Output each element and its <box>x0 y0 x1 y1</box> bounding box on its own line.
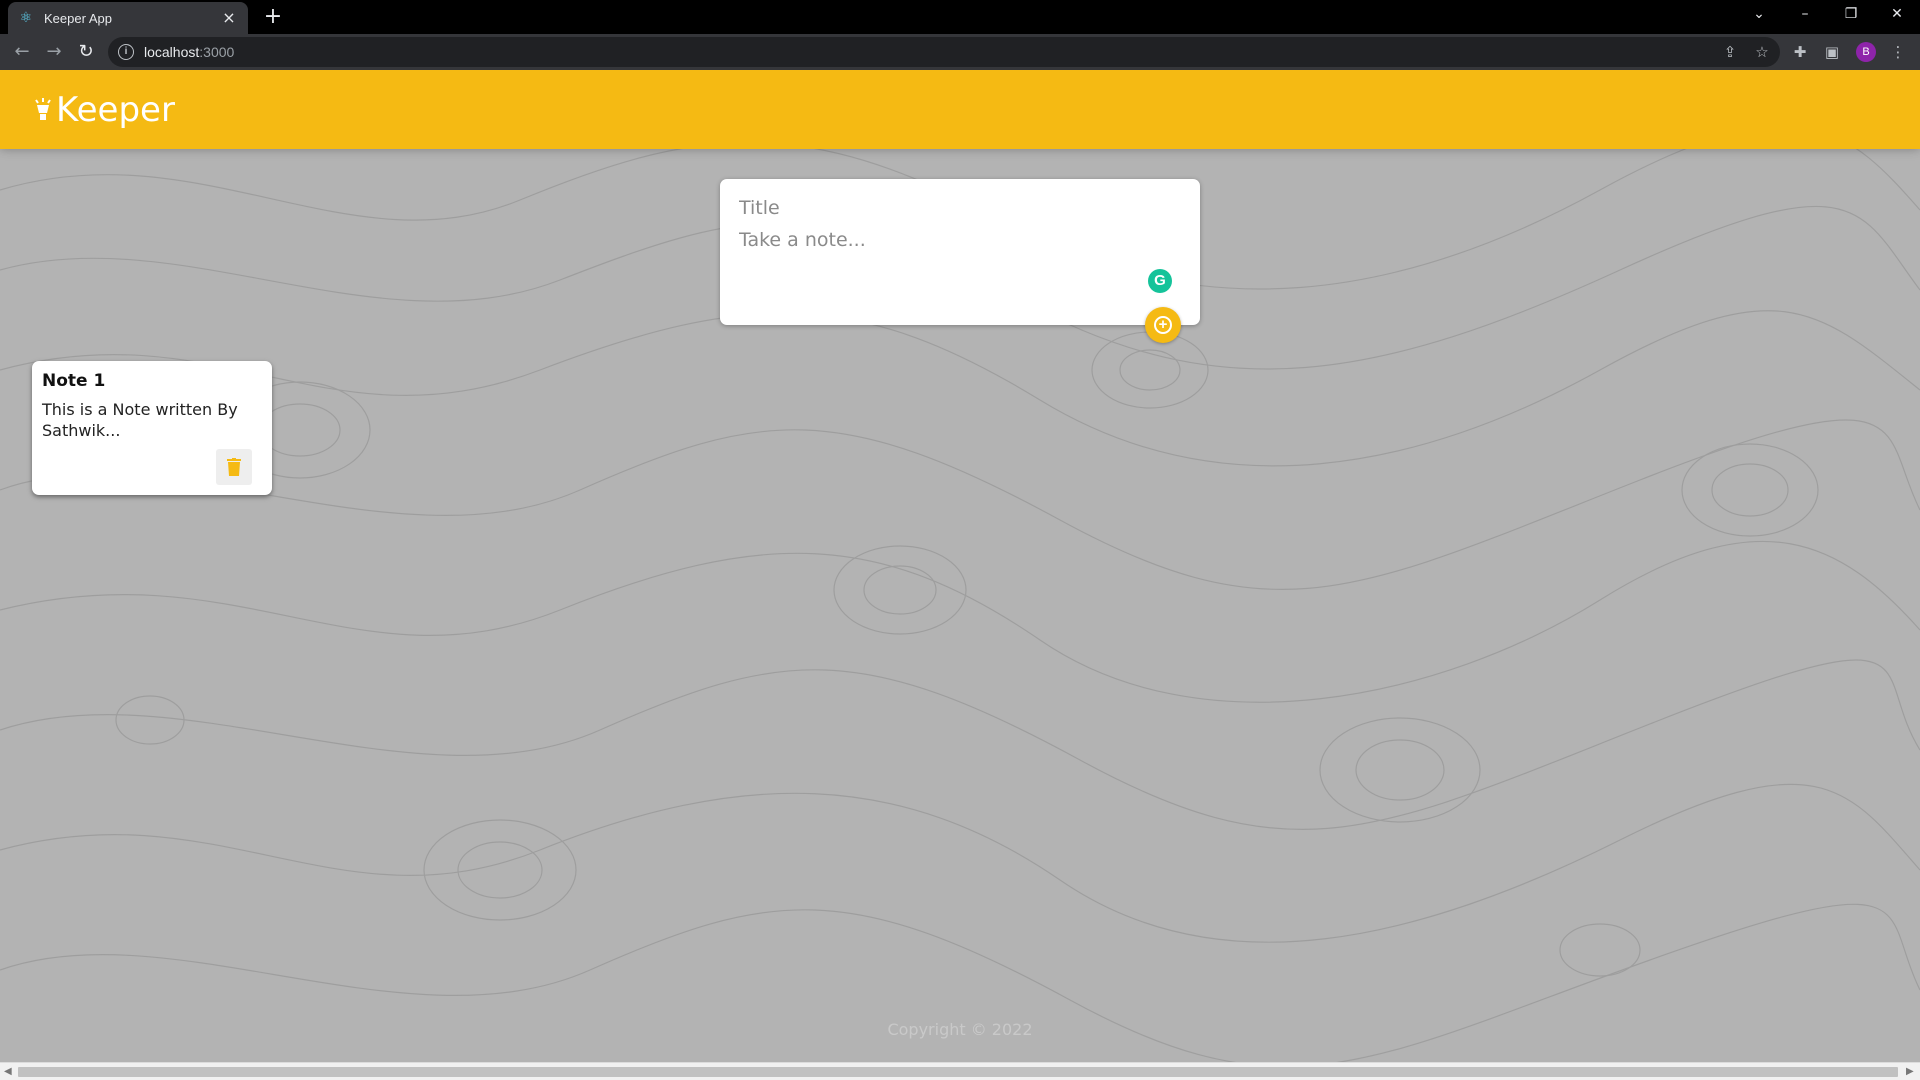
close-window-icon[interactable]: ✕ <box>1874 0 1920 30</box>
create-note-form: G <box>720 179 1200 325</box>
forward-icon[interactable]: → <box>40 38 68 66</box>
site-info-icon[interactable]: i <box>118 44 134 60</box>
address-bar[interactable]: i localhost:3000 <box>108 37 1780 67</box>
extensions-icon[interactable]: ✚ <box>1788 40 1812 64</box>
new-tab-button[interactable]: + <box>260 4 286 30</box>
tab-title: Keeper App <box>44 10 112 26</box>
trash-icon <box>227 458 241 476</box>
back-icon[interactable]: ← <box>8 38 36 66</box>
browser-toolbar: ← → ↻ i localhost:3000 ⇪ ☆ ✚ ▣ B ⋮ <box>0 34 1920 70</box>
share-icon[interactable]: ⇪ <box>1718 40 1742 64</box>
scrollbar-thumb[interactable] <box>18 1067 1898 1077</box>
restore-icon[interactable]: ❐ <box>1828 0 1874 30</box>
note-content-input[interactable] <box>739 229 1181 279</box>
profile-avatar[interactable]: B <box>1856 42 1876 62</box>
url-text[interactable]: localhost:3000 <box>144 44 234 60</box>
minimize-icon[interactable]: – <box>1782 0 1828 30</box>
page: Keeper G + Note 1 This is a Note written… <box>0 70 1920 1062</box>
delete-note-button[interactable] <box>216 449 252 485</box>
note-title-input[interactable] <box>739 197 1181 219</box>
horizontal-scrollbar[interactable]: ◀ ▶ <box>0 1062 1920 1080</box>
add-note-button[interactable]: + <box>1145 307 1181 343</box>
note-card: Note 1 This is a Note written By Sathwik… <box>32 361 272 495</box>
close-tab-icon[interactable]: × <box>220 9 238 27</box>
app-brand-title: Keeper <box>56 89 175 130</box>
browser-tab[interactable]: ⚛ Keeper App × <box>8 2 248 34</box>
lightbulb-icon <box>35 97 51 120</box>
grammarly-icon[interactable]: G <box>1148 269 1172 293</box>
plus-circle-icon: + <box>1154 316 1172 334</box>
react-atom-icon: ⚛ <box>19 10 33 26</box>
side-panel-icon[interactable]: ▣ <box>1820 40 1844 64</box>
tab-search-icon[interactable]: ⌄ <box>1736 0 1782 30</box>
scroll-left-icon[interactable]: ◀ <box>4 1066 12 1077</box>
note-content: This is a Note written By Sathwik... <box>42 400 238 440</box>
menu-icon[interactable]: ⋮ <box>1886 40 1910 64</box>
note-title: Note 1 <box>42 371 106 391</box>
browser-tabstrip: ⚛ Keeper App × + ⌄ – ❐ ✕ <box>0 0 1920 34</box>
app-header: Keeper <box>0 70 1920 149</box>
reload-icon[interactable]: ↻ <box>72 38 100 66</box>
scroll-right-icon[interactable]: ▶ <box>1906 1066 1914 1077</box>
footer-copyright: Copyright © 2022 <box>887 1020 1033 1039</box>
bookmark-star-icon[interactable]: ☆ <box>1750 40 1774 64</box>
